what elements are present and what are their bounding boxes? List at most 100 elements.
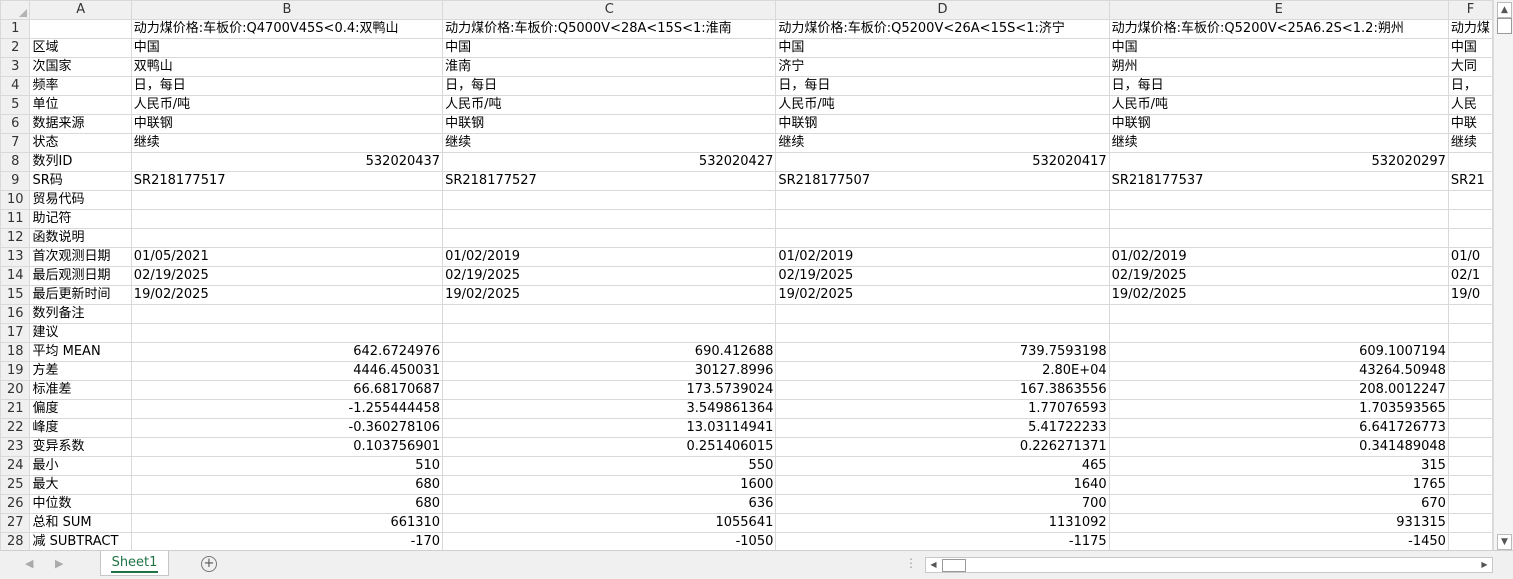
cell-b12[interactable]: [130, 228, 444, 248]
cell-c14[interactable]: 02/19/2025: [442, 266, 777, 286]
cell-b19[interactable]: 4446.450031: [130, 361, 444, 381]
cell-b21[interactable]: -1.255444458: [130, 399, 444, 419]
cell-e7[interactable]: 继续: [1108, 133, 1449, 153]
cell-d20[interactable]: 167.3863556: [775, 380, 1110, 400]
cell-b27[interactable]: 661310: [130, 513, 444, 533]
horizontal-scroll-thumb[interactable]: [942, 559, 966, 572]
cell-a3[interactable]: 次国家: [29, 57, 132, 77]
cell-a2[interactable]: 区域: [29, 38, 132, 58]
cell-e24[interactable]: 315: [1108, 456, 1449, 476]
cell-e23[interactable]: 0.341489048: [1108, 437, 1449, 457]
cell-d8[interactable]: 532020417: [775, 152, 1110, 172]
cell-d4[interactable]: 日，每日: [775, 76, 1110, 96]
cell-b24[interactable]: 510: [130, 456, 444, 476]
column-header-b[interactable]: B: [130, 0, 444, 20]
cell-e11[interactable]: [1108, 209, 1449, 229]
column-header-f[interactable]: F: [1447, 0, 1493, 20]
cell-f22[interactable]: [1447, 418, 1493, 438]
cell-d15[interactable]: 19/02/2025: [775, 285, 1110, 305]
cell-c19[interactable]: 30127.8996: [442, 361, 777, 381]
cell-f10[interactable]: [1447, 190, 1493, 210]
row-header[interactable]: 18: [0, 342, 31, 362]
cell-b28[interactable]: -170: [130, 532, 444, 550]
row-header[interactable]: 26: [0, 494, 31, 514]
cell-d19[interactable]: 2.80E+04: [775, 361, 1110, 381]
more-options-icon[interactable]: ⋮: [905, 556, 917, 570]
row-header[interactable]: 11: [0, 209, 31, 229]
cell-b10[interactable]: [130, 190, 444, 210]
cell-d23[interactable]: 0.226271371: [775, 437, 1110, 457]
cell-e13[interactable]: 01/02/2019: [1108, 247, 1449, 267]
cell-e21[interactable]: 1.703593565: [1108, 399, 1449, 419]
cell-f15[interactable]: 19/0: [1447, 285, 1493, 305]
cell-c11[interactable]: [442, 209, 777, 229]
row-header[interactable]: 8: [0, 152, 31, 172]
row-header[interactable]: 25: [0, 475, 31, 495]
cell-f17[interactable]: [1447, 323, 1493, 343]
cell-c15[interactable]: 19/02/2025: [442, 285, 777, 305]
row-header[interactable]: 9: [0, 171, 31, 191]
cell-f25[interactable]: [1447, 475, 1493, 495]
cell-f8[interactable]: [1447, 152, 1493, 172]
cell-d5[interactable]: 人民币/吨: [775, 95, 1110, 115]
cell-a22[interactable]: 峰度: [29, 418, 132, 438]
cell-c26[interactable]: 636: [442, 494, 777, 514]
add-sheet-icon[interactable]: +: [201, 556, 217, 572]
cell-d13[interactable]: 01/02/2019: [775, 247, 1110, 267]
cell-f2[interactable]: 中国: [1447, 38, 1493, 58]
cell-a9[interactable]: SR码: [29, 171, 132, 191]
cell-d2[interactable]: 中国: [775, 38, 1110, 58]
cell-e10[interactable]: [1108, 190, 1449, 210]
cell-b15[interactable]: 19/02/2025: [130, 285, 444, 305]
cell-a16[interactable]: 数列备注: [29, 304, 132, 324]
vertical-scrollbar[interactable]: ▲ ▼: [1493, 0, 1513, 550]
row-header[interactable]: 20: [0, 380, 31, 400]
sheet-tab-sheet1[interactable]: Sheet1: [100, 551, 169, 576]
cell-d9[interactable]: SR218177507: [775, 171, 1110, 191]
column-header-c[interactable]: C: [442, 0, 777, 20]
cell-d18[interactable]: 739.7593198: [775, 342, 1110, 362]
cell-b13[interactable]: 01/05/2021: [130, 247, 444, 267]
cell-d3[interactable]: 济宁: [775, 57, 1110, 77]
cell-a10[interactable]: 贸易代码: [29, 190, 132, 210]
row-header[interactable]: 24: [0, 456, 31, 476]
cell-c22[interactable]: 13.03114941: [442, 418, 777, 438]
cell-e15[interactable]: 19/02/2025: [1108, 285, 1449, 305]
cell-d14[interactable]: 02/19/2025: [775, 266, 1110, 286]
cell-c9[interactable]: SR218177527: [442, 171, 777, 191]
cell-c1[interactable]: 动力煤价格:车板价:Q5000V<28A<15S<1:淮南: [442, 19, 777, 39]
cell-a5[interactable]: 单位: [29, 95, 132, 115]
cell-f23[interactable]: [1447, 437, 1493, 457]
cell-d11[interactable]: [775, 209, 1110, 229]
cell-e19[interactable]: 43264.50948: [1108, 361, 1449, 381]
cell-a1[interactable]: [29, 19, 132, 39]
row-header[interactable]: 13: [0, 247, 31, 267]
row-header[interactable]: 17: [0, 323, 31, 343]
cell-f9[interactable]: SR21: [1447, 171, 1493, 191]
cell-c18[interactable]: 690.412688: [442, 342, 777, 362]
cell-c5[interactable]: 人民币/吨: [442, 95, 777, 115]
cell-f14[interactable]: 02/1: [1447, 266, 1493, 286]
cell-e16[interactable]: [1108, 304, 1449, 324]
cell-e6[interactable]: 中联钢: [1108, 114, 1449, 134]
cell-f27[interactable]: [1447, 513, 1493, 533]
cell-c24[interactable]: 550: [442, 456, 777, 476]
cell-c23[interactable]: 0.251406015: [442, 437, 777, 457]
cell-c7[interactable]: 继续: [442, 133, 777, 153]
column-header-e[interactable]: E: [1108, 0, 1449, 20]
cell-f26[interactable]: [1447, 494, 1493, 514]
cell-c10[interactable]: [442, 190, 777, 210]
vertical-scroll-thumb[interactable]: [1497, 18, 1512, 34]
cell-c25[interactable]: 1600: [442, 475, 777, 495]
row-header[interactable]: 12: [0, 228, 31, 248]
cell-e18[interactable]: 609.1007194: [1108, 342, 1449, 362]
cell-b11[interactable]: [130, 209, 444, 229]
row-header[interactable]: 16: [0, 304, 31, 324]
cell-a21[interactable]: 偏度: [29, 399, 132, 419]
cell-a8[interactable]: 数列ID: [29, 152, 132, 172]
cell-d27[interactable]: 1131092: [775, 513, 1110, 533]
cell-c20[interactable]: 173.5739024: [442, 380, 777, 400]
row-header[interactable]: 4: [0, 76, 31, 96]
column-header-a[interactable]: A: [29, 0, 132, 20]
row-header[interactable]: 19: [0, 361, 31, 381]
